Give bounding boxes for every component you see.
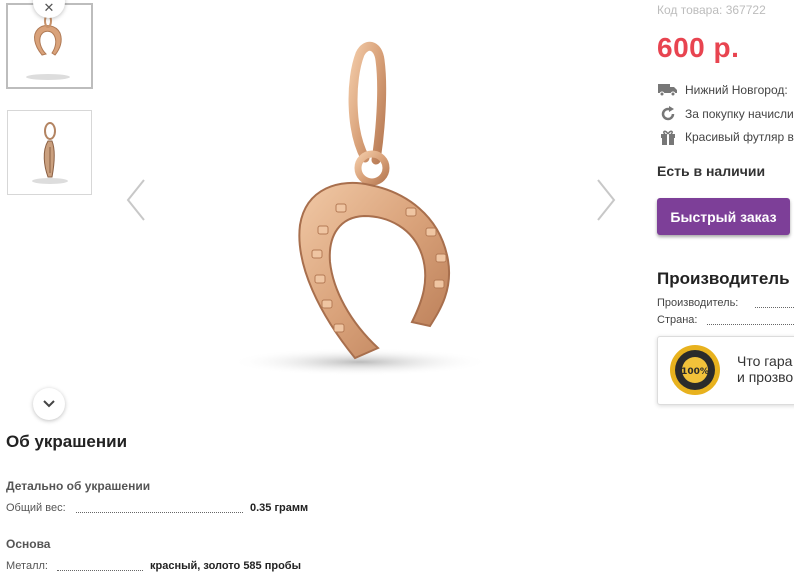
chevron-left-icon[interactable] xyxy=(124,176,148,224)
manufacturer-dots xyxy=(755,307,794,308)
country-dots xyxy=(707,324,794,325)
details-title: Об украшении xyxy=(6,432,128,451)
feature-delivery: Нижний Новгород: xyxy=(657,81,788,99)
product-main-image[interactable] xyxy=(200,40,500,390)
truck-icon xyxy=(657,81,679,99)
close-icon: ✕ xyxy=(43,0,55,15)
chevron-down-icon xyxy=(43,400,55,408)
weight-dots xyxy=(76,512,243,513)
weight-value: 0.35 грамм xyxy=(250,502,309,514)
product-sku: Код товара: 367722 xyxy=(657,3,766,17)
country-label: Страна: xyxy=(657,314,698,326)
weight-label: Общий вес: xyxy=(6,502,66,514)
guarantee-seal-icon: 100% xyxy=(670,345,720,395)
details-group-title: Детально об украшении xyxy=(6,479,151,493)
gift-icon xyxy=(657,128,679,146)
thumbnails-scroll-down-button[interactable] xyxy=(33,388,65,420)
feature-delivery-text: Нижний Новгород: xyxy=(685,83,788,97)
quick-order-button[interactable]: Быстрый заказ xyxy=(657,198,790,235)
thumbnail-side[interactable] xyxy=(7,110,92,195)
metal-label: Металл: xyxy=(6,560,48,572)
manufacturer-label: Производитель: xyxy=(657,297,739,309)
metal-value: красный, золото 585 пробы xyxy=(150,560,301,572)
feature-gift-text: Красивый футляр в xyxy=(685,130,794,144)
guarantee-line-1: Что гара xyxy=(737,353,793,369)
guarantee-badge-text: 100% xyxy=(681,367,709,377)
feature-bonus-text: За покупку начисли xyxy=(685,107,794,121)
guarantee-text: Что гара и прозво xyxy=(737,353,793,385)
feature-gift-box: Красивый футляр в xyxy=(657,128,794,146)
horseshoe-side-image xyxy=(32,122,68,184)
guarantee-line-2: и прозво xyxy=(737,369,794,385)
manufacturer-title: Производитель и xyxy=(657,269,794,288)
chevron-right-icon[interactable] xyxy=(594,176,618,224)
stock-status: Есть в наличии xyxy=(657,163,766,179)
feature-bonus: За покупку начисли xyxy=(657,105,794,123)
refresh-icon xyxy=(657,105,679,123)
base-group-title: Основа xyxy=(6,537,51,551)
metal-dots xyxy=(57,570,143,571)
guarantee-banner[interactable]: 100% Что гара и прозво xyxy=(657,336,794,405)
product-price: 600 р. xyxy=(657,32,740,63)
